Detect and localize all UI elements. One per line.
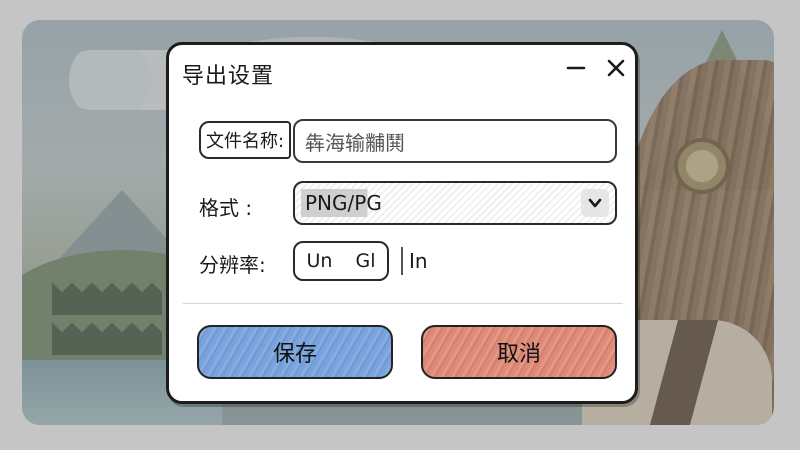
format-label: 格式 : bbox=[199, 196, 253, 220]
close-icon bbox=[607, 59, 625, 77]
format-selected-value: PNG/PG bbox=[301, 189, 386, 217]
resolution-input[interactable]: Un Gl bbox=[293, 241, 389, 281]
chevron-down-icon bbox=[588, 198, 602, 208]
resolution-unit: In bbox=[409, 249, 428, 273]
dropdown-button[interactable] bbox=[581, 189, 609, 217]
resolution-label: 分辨率: bbox=[199, 253, 266, 277]
minimize-icon bbox=[566, 66, 586, 70]
minimize-button[interactable] bbox=[561, 53, 591, 83]
format-select[interactable]: PNG/PG bbox=[293, 181, 617, 225]
resolution-divider bbox=[401, 247, 403, 275]
resolution-field-a[interactable]: Un bbox=[307, 250, 333, 272]
close-button[interactable] bbox=[601, 53, 631, 83]
filename-label: 文件名称: bbox=[199, 121, 291, 159]
filename-input[interactable]: 犇海输黼鬨 bbox=[293, 119, 617, 163]
section-divider bbox=[183, 303, 623, 304]
save-button[interactable]: 保存 bbox=[197, 325, 393, 379]
cancel-button[interactable]: 取消 bbox=[421, 325, 617, 379]
resolution-field-b[interactable]: Gl bbox=[355, 250, 375, 272]
export-settings-dialog: 导出设置 文件名称: 犇海输黼鬨 格式 : PNG/PG 分辨率: Un Gl … bbox=[166, 42, 638, 404]
dialog-title: 导出设置 bbox=[182, 64, 275, 89]
